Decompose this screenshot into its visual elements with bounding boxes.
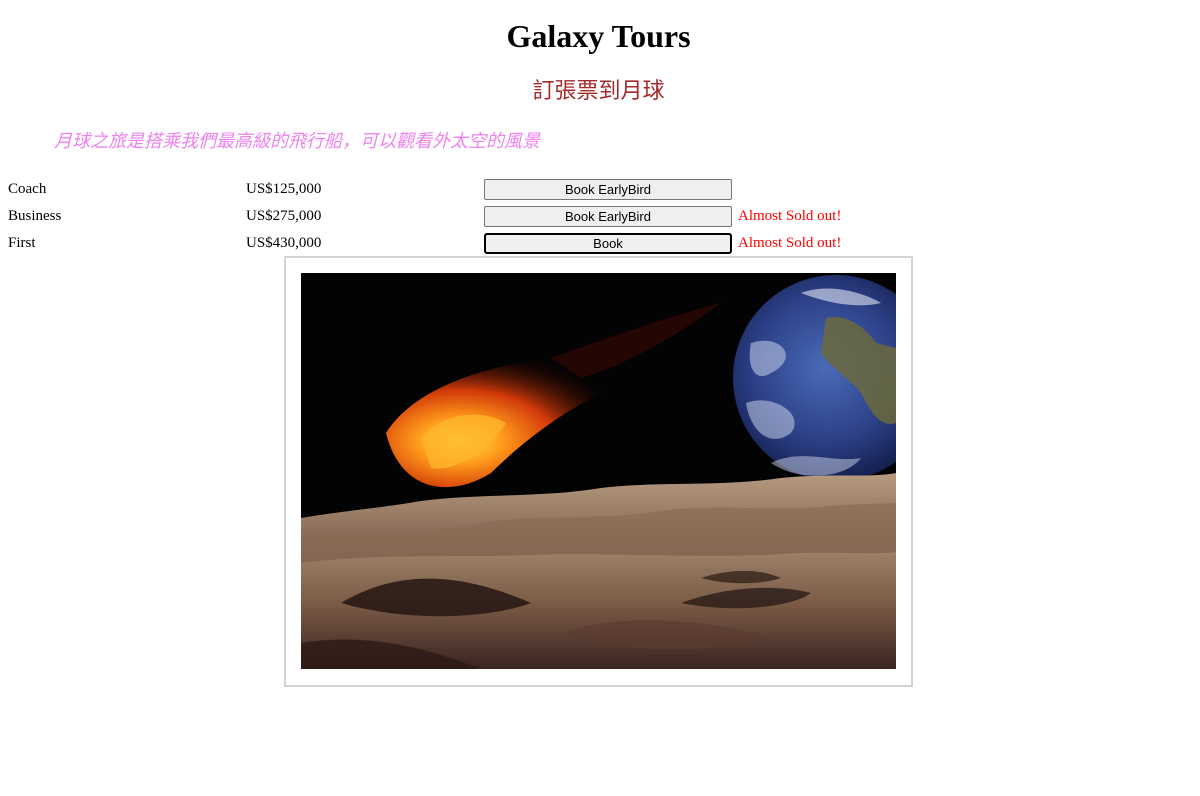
fare-price: US$430,000 <box>246 235 322 251</box>
book-first-button[interactable]: Book <box>484 233 732 254</box>
book-coach-button[interactable]: Book EarlyBird <box>484 179 732 200</box>
fare-class: First <box>8 235 36 251</box>
fare-price: US$275,000 <box>246 208 322 224</box>
availability-note: Almost Sold out! <box>738 235 842 251</box>
tagline: 月球之旅是搭乘我們最高級的飛行船，可以觀看外太空的風景 <box>54 131 540 152</box>
table-row: Coach US$125,000 Book EarlyBird <box>7 177 939 202</box>
availability-note: Almost Sold out! <box>738 208 842 224</box>
book-business-button[interactable]: Book EarlyBird <box>484 206 732 227</box>
fare-table: Coach US$125,000 Book EarlyBird Business… <box>5 175 941 258</box>
fare-action: Book <box>483 231 735 256</box>
fare-action: Book EarlyBird <box>483 177 735 202</box>
fare-class: Business <box>8 208 62 224</box>
fare-action: Book EarlyBird <box>483 204 735 229</box>
site-title: Galaxy Tours <box>506 18 691 54</box>
moon-photo-frame <box>284 256 913 687</box>
subtitle: 訂張票到月球 <box>532 79 665 104</box>
fare-price: US$125,000 <box>246 181 322 197</box>
table-row: First US$430,000 Book Almost Sold out! <box>7 231 939 256</box>
table-row: Business US$275,000 Book EarlyBird Almos… <box>7 204 939 229</box>
page: Galaxy Tours 訂張票到月球 月球之旅是搭乘我們最高級的飛行船，可以觀… <box>0 0 1200 796</box>
availability-note <box>737 177 939 202</box>
moon-landscape-image <box>301 273 896 669</box>
fare-class: Coach <box>8 181 47 197</box>
